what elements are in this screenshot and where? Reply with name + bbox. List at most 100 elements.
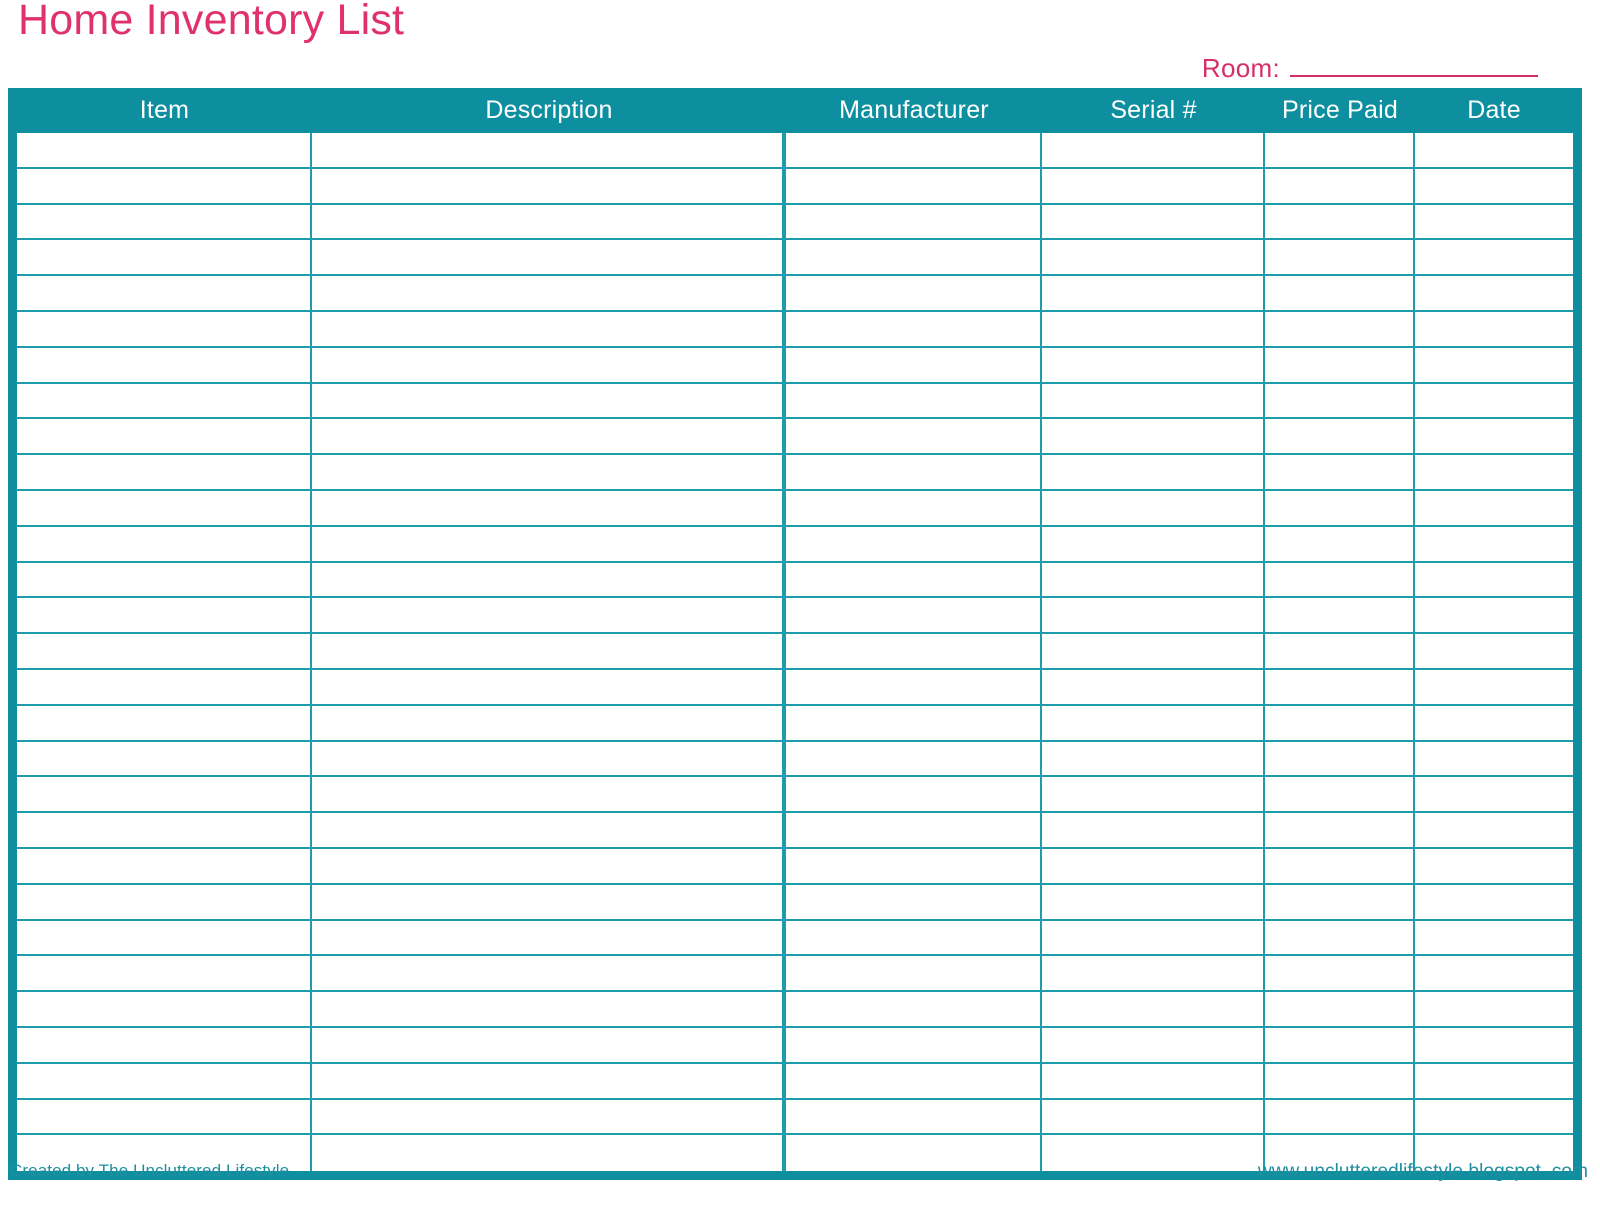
cell-price_paid[interactable] bbox=[1265, 383, 1415, 418]
cell-price_paid[interactable] bbox=[1265, 490, 1415, 525]
cell-description[interactable] bbox=[312, 311, 786, 346]
cell-serial[interactable] bbox=[1042, 884, 1265, 919]
cell-price_paid[interactable] bbox=[1265, 455, 1415, 489]
cell-serial[interactable] bbox=[1042, 920, 1265, 955]
cell-description[interactable] bbox=[312, 168, 786, 203]
cell-date[interactable] bbox=[1415, 992, 1573, 1026]
cell-serial[interactable] bbox=[1042, 777, 1265, 812]
cell-manufacturer[interactable] bbox=[786, 920, 1042, 955]
cell-manufacturer[interactable] bbox=[786, 777, 1042, 812]
cell-date[interactable] bbox=[1415, 311, 1573, 346]
cell-price_paid[interactable] bbox=[1265, 133, 1415, 167]
cell-item[interactable] bbox=[17, 1027, 312, 1062]
cell-description[interactable] bbox=[312, 598, 786, 633]
cell-serial[interactable] bbox=[1042, 992, 1265, 1026]
cell-serial[interactable] bbox=[1042, 813, 1265, 847]
cell-description[interactable] bbox=[312, 419, 786, 454]
cell-description[interactable] bbox=[312, 848, 786, 883]
cell-item[interactable] bbox=[17, 848, 312, 883]
cell-description[interactable] bbox=[312, 455, 786, 489]
cell-manufacturer[interactable] bbox=[786, 419, 1042, 454]
cell-manufacturer[interactable] bbox=[786, 455, 1042, 489]
cell-date[interactable] bbox=[1415, 168, 1573, 203]
cell-date[interactable] bbox=[1415, 240, 1573, 275]
cell-manufacturer[interactable] bbox=[786, 598, 1042, 633]
cell-serial[interactable] bbox=[1042, 1027, 1265, 1062]
cell-manufacturer[interactable] bbox=[786, 1099, 1042, 1134]
cell-description[interactable] bbox=[312, 634, 786, 668]
cell-price_paid[interactable] bbox=[1265, 240, 1415, 275]
cell-serial[interactable] bbox=[1042, 204, 1265, 239]
cell-description[interactable] bbox=[312, 956, 786, 991]
cell-price_paid[interactable] bbox=[1265, 741, 1415, 776]
cell-price_paid[interactable] bbox=[1265, 669, 1415, 704]
cell-manufacturer[interactable] bbox=[786, 240, 1042, 275]
cell-serial[interactable] bbox=[1042, 598, 1265, 633]
cell-description[interactable] bbox=[312, 562, 786, 597]
cell-price_paid[interactable] bbox=[1265, 813, 1415, 847]
cell-item[interactable] bbox=[17, 311, 312, 346]
cell-item[interactable] bbox=[17, 1099, 312, 1134]
cell-description[interactable] bbox=[312, 240, 786, 275]
cell-price_paid[interactable] bbox=[1265, 1027, 1415, 1062]
cell-date[interactable] bbox=[1415, 455, 1573, 489]
cell-manufacturer[interactable] bbox=[786, 311, 1042, 346]
cell-date[interactable] bbox=[1415, 920, 1573, 955]
cell-price_paid[interactable] bbox=[1265, 204, 1415, 239]
cell-item[interactable] bbox=[17, 1063, 312, 1098]
cell-date[interactable] bbox=[1415, 1099, 1573, 1134]
cell-item[interactable] bbox=[17, 526, 312, 561]
cell-price_paid[interactable] bbox=[1265, 848, 1415, 883]
cell-date[interactable] bbox=[1415, 1063, 1573, 1098]
cell-date[interactable] bbox=[1415, 813, 1573, 847]
cell-price_paid[interactable] bbox=[1265, 276, 1415, 310]
cell-serial[interactable] bbox=[1042, 1099, 1265, 1134]
cell-serial[interactable] bbox=[1042, 741, 1265, 776]
cell-manufacturer[interactable] bbox=[786, 669, 1042, 704]
cell-manufacturer[interactable] bbox=[786, 634, 1042, 668]
cell-price_paid[interactable] bbox=[1265, 884, 1415, 919]
cell-description[interactable] bbox=[312, 777, 786, 812]
cell-item[interactable] bbox=[17, 276, 312, 310]
cell-price_paid[interactable] bbox=[1265, 956, 1415, 991]
cell-description[interactable] bbox=[312, 1099, 786, 1134]
cell-serial[interactable] bbox=[1042, 490, 1265, 525]
cell-date[interactable] bbox=[1415, 204, 1573, 239]
cell-date[interactable] bbox=[1415, 276, 1573, 310]
cell-manufacturer[interactable] bbox=[786, 956, 1042, 991]
cell-date[interactable] bbox=[1415, 347, 1573, 382]
cell-serial[interactable] bbox=[1042, 276, 1265, 310]
cell-manufacturer[interactable] bbox=[786, 1027, 1042, 1062]
cell-item[interactable] bbox=[17, 240, 312, 275]
cell-item[interactable] bbox=[17, 419, 312, 454]
cell-serial[interactable] bbox=[1042, 669, 1265, 704]
cell-manufacturer[interactable] bbox=[786, 490, 1042, 525]
cell-description[interactable] bbox=[312, 1135, 786, 1172]
cell-price_paid[interactable] bbox=[1265, 311, 1415, 346]
cell-manufacturer[interactable] bbox=[786, 383, 1042, 418]
cell-manufacturer[interactable] bbox=[786, 705, 1042, 740]
cell-item[interactable] bbox=[17, 204, 312, 239]
cell-description[interactable] bbox=[312, 526, 786, 561]
cell-price_paid[interactable] bbox=[1265, 1063, 1415, 1098]
cell-price_paid[interactable] bbox=[1265, 598, 1415, 633]
cell-manufacturer[interactable] bbox=[786, 741, 1042, 776]
cell-description[interactable] bbox=[312, 276, 786, 310]
cell-serial[interactable] bbox=[1042, 311, 1265, 346]
cell-manufacturer[interactable] bbox=[786, 168, 1042, 203]
cell-price_paid[interactable] bbox=[1265, 777, 1415, 812]
cell-item[interactable] bbox=[17, 884, 312, 919]
cell-date[interactable] bbox=[1415, 884, 1573, 919]
cell-item[interactable] bbox=[17, 133, 312, 167]
cell-serial[interactable] bbox=[1042, 562, 1265, 597]
cell-manufacturer[interactable] bbox=[786, 204, 1042, 239]
cell-item[interactable] bbox=[17, 813, 312, 847]
cell-item[interactable] bbox=[17, 490, 312, 525]
cell-description[interactable] bbox=[312, 347, 786, 382]
cell-description[interactable] bbox=[312, 204, 786, 239]
cell-manufacturer[interactable] bbox=[786, 813, 1042, 847]
cell-date[interactable] bbox=[1415, 634, 1573, 668]
cell-description[interactable] bbox=[312, 813, 786, 847]
cell-item[interactable] bbox=[17, 383, 312, 418]
cell-description[interactable] bbox=[312, 669, 786, 704]
